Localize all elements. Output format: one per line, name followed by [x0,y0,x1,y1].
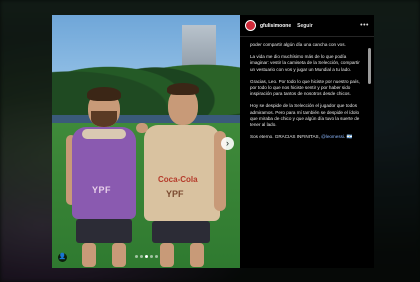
shirt-brand-text: Coca-Cola [158,175,198,184]
player-left-hair [87,87,121,101]
mention-link[interactable]: @leomessi [321,134,344,139]
shirt-sponsor-text: YPF [166,189,184,199]
player-right-shorts [152,221,210,243]
caption-paragraph: poder compartir algún día una cancha con… [250,42,346,47]
caption-scrollbar[interactable] [368,48,371,84]
purple-training-bib [72,127,136,219]
caption-tail: . 🇦🇷 [343,134,353,140]
follow-button[interactable]: Seguir [297,23,313,29]
instagram-post-embed: YPF Coca-Cola YPF › 👤 gfulisimoone Segui… [52,15,374,268]
post-side-panel: gfulisimoone Seguir ••• poder compartir … [240,15,374,268]
carousel-dot [144,255,148,258]
player-right-hair [167,83,199,95]
caption-paragraph: Gracias, Leo. Por todo lo que hiciste po… [250,78,360,97]
post-header: gfulisimoone Seguir ••• [240,15,374,37]
post-caption: poder compartir algún día una cancha con… [240,37,374,140]
player-left: YPF [64,77,146,267]
bib-sponsor-text: YPF [92,185,112,195]
player-left-shorts [76,219,132,243]
carousel-dot [149,255,153,258]
more-options-icon[interactable]: ••• [360,22,369,29]
player-left-beard [91,111,117,127]
caption-paragraph-final: Sos eterno. GRACIAS INFINITAS, @leomessi… [250,134,364,140]
carousel-dot [139,255,143,258]
carousel-next-arrow-icon[interactable]: › [221,137,234,150]
caption-paragraph: Hoy se despide de la Selección el jugado… [250,103,360,128]
carousel-dots [52,245,240,263]
beige-training-shirt [144,125,220,221]
player-right: Coca-Cola YPF [136,71,228,267]
carousel-dot [134,255,138,258]
caption-text: Sos eterno. GRACIAS INFINITAS, [250,134,322,140]
caption-paragraph: La vida me dio muchísimo más de lo que p… [250,54,360,72]
post-photo[interactable]: YPF Coca-Cola YPF › 👤 [52,15,240,268]
carousel-dot [154,255,158,258]
shirt-collar [82,129,126,139]
avatar[interactable] [245,20,256,31]
username-link[interactable]: gfulisimoone [260,23,291,29]
